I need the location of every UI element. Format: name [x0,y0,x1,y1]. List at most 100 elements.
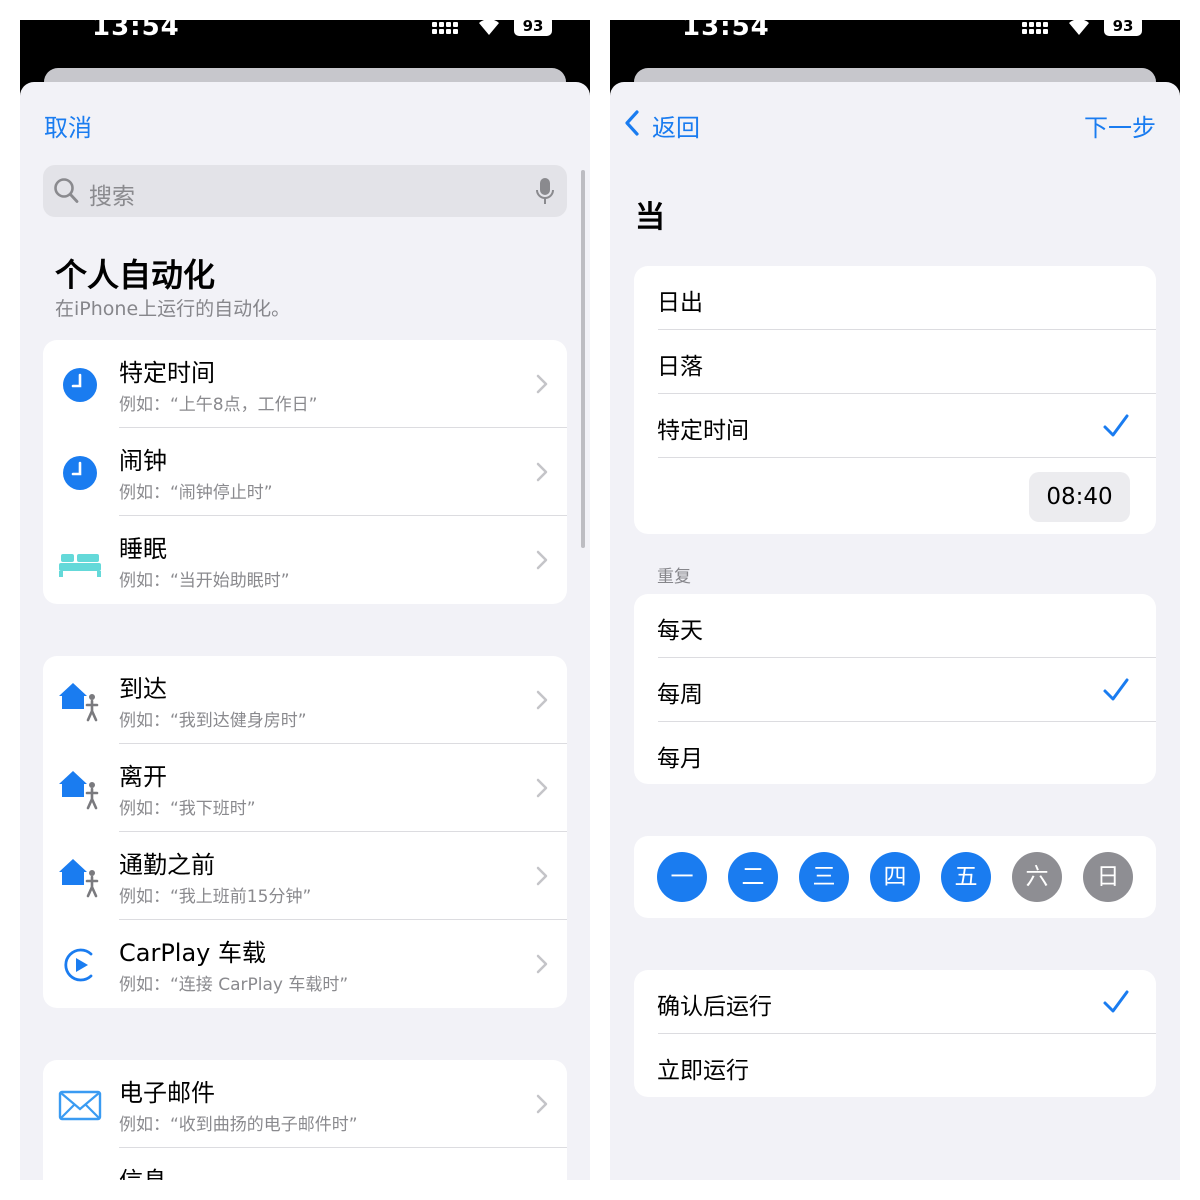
cellular-signal-icon [432,22,458,34]
status-time: 13:54 [682,20,770,42]
trigger-example: 例如：“我到达健身房时” [119,711,307,731]
chevron-right-icon [536,374,548,394]
option-daily[interactable]: 每天 [634,594,1156,658]
option-monthly[interactable]: 每月 [634,722,1156,784]
option-sunrise[interactable]: 日出 [634,266,1156,330]
trigger-label: 离开 [119,763,167,791]
page-title: 当 [635,200,665,235]
clock-icon [63,368,97,402]
status-bar: 13:54 93 [20,20,590,64]
weekday-friday[interactable]: 五 [941,852,991,902]
weekday-sunday[interactable]: 日 [1083,852,1133,902]
trigger-label: 电子邮件 [119,1079,215,1107]
trigger-example: 例如：“我上班前15分钟” [119,887,312,907]
trigger-row-before-commute[interactable]: 通勤之前 例如：“我上班前15分钟” [43,832,567,920]
trigger-example: 例如：“连接 CarPlay 车载时” [119,975,349,995]
checkmark-icon [1103,678,1129,701]
trigger-label: 特定时间 [119,359,215,387]
option-label: 确认后运行 [657,994,772,1020]
trigger-row-email[interactable]: 电子邮件 例如：“收到曲扬的电子邮件时” [43,1060,567,1148]
trigger-row-carplay[interactable]: CarPlay 车载 例如：“连接 CarPlay 车载时” [43,920,567,1008]
run-mode-card: 确认后运行 立即运行 [634,970,1156,1097]
weekday-selector: 一 二 三 四 五 六 日 [634,836,1156,918]
weekday-tuesday[interactable]: 二 [728,852,778,902]
trigger-label: 睡眠 [119,535,167,563]
trigger-row-arrive[interactable]: 到达 例如：“我到达健身房时” [43,656,567,744]
scroll-indicator[interactable] [581,170,585,548]
back-label: 返回 [652,114,700,142]
option-label: 立即运行 [657,1058,749,1084]
status-bar: 13:54 93 [610,20,1180,64]
option-run-after-confirm[interactable]: 确认后运行 [634,970,1156,1034]
weekday-monday[interactable]: 一 [657,852,707,902]
weekday-wednesday[interactable]: 三 [799,852,849,902]
trigger-group-location: 到达 例如：“我到达健身房时” 离开 例如：“我下班时” 通勤之前 例如：“我上… [43,656,567,1008]
trigger-example: 例如：“闹钟停止时” [119,483,273,503]
repeat-header: 重复 [657,567,691,587]
option-specific-time[interactable]: 特定时间 [634,394,1156,458]
trigger-row-alarm[interactable]: 闹钟 例如：“闹钟停止时” [43,428,567,516]
chevron-right-icon [536,778,548,798]
option-run-immediately[interactable]: 立即运行 [634,1034,1156,1097]
trigger-label: 信息 [119,1161,167,1180]
section-subtitle: 在iPhone上运行的自动化。 [55,298,291,320]
chevron-left-icon [625,110,639,136]
weekday-thursday[interactable]: 四 [870,852,920,902]
trigger-settings-sheet: 返回 下一步 当 日出 日落 特定时间 08:40 重复 每天 每周 每月 一 … [610,82,1180,1180]
carplay-icon [64,948,93,982]
home-person-icon [59,771,99,810]
wifi-icon [1069,20,1089,35]
home-person-icon [59,859,99,898]
wifi-icon [479,20,499,35]
chevron-right-icon [536,954,548,974]
option-weekly[interactable]: 每周 [634,658,1156,722]
trigger-group-time: 特定时间 例如：“上午8点，工作日” 闹钟 例如：“闹钟停止时” 睡眠 例如：“… [43,340,567,604]
chevron-right-icon [536,550,548,570]
search-icon [54,178,79,203]
trigger-example: 例如：“上午8点，工作日” [119,395,318,415]
option-label: 每天 [657,618,703,644]
search-placeholder: 搜索 [89,184,135,210]
chevron-right-icon [536,866,548,886]
chevron-right-icon [536,462,548,482]
time-picker-button[interactable]: 08:40 [1029,472,1130,522]
trigger-row-specific-time[interactable]: 特定时间 例如：“上午8点，工作日” [43,340,567,428]
time-trigger-settings-screen: 13:54 93 返回 下一步 当 日出 日落 特定时间 08:40 重复 每天… [610,20,1180,1180]
section-title: 个人自动化 [55,256,216,294]
next-button[interactable]: 下一步 [1084,108,1156,143]
weekday-selector-card: 一 二 三 四 五 六 日 [634,836,1156,918]
trigger-row-sleep[interactable]: 睡眠 例如：“当开始助眠时” [43,516,567,604]
trigger-example: 例如：“我下班时” [119,799,256,819]
option-sunset[interactable]: 日落 [634,330,1156,394]
option-label: 日落 [657,354,703,380]
trigger-group-communication: 电子邮件 例如：“收到曲扬的电子邮件时” 信息 [43,1060,567,1180]
battery-indicator: 93 [514,20,552,36]
status-time: 13:54 [92,20,180,42]
checkmark-icon [1103,414,1129,437]
weekday-saturday[interactable]: 六 [1012,852,1062,902]
trigger-label: CarPlay 车载 [119,939,267,967]
time-options-card: 日出 日落 特定时间 08:40 [634,266,1156,534]
bed-icon [59,554,101,577]
time-picker-row: 08:40 [634,458,1156,534]
trigger-label: 到达 [119,675,167,703]
option-label: 日出 [657,290,703,316]
search-field[interactable]: 搜索 [43,165,567,217]
microphone-icon[interactable] [535,177,555,207]
option-label: 每月 [657,746,703,772]
home-person-icon [59,683,99,722]
clock-icon [63,456,97,490]
repeat-options-card: 每天 每周 每月 [634,594,1156,784]
cellular-signal-icon [1022,22,1048,34]
checkmark-icon [1103,990,1129,1013]
trigger-row-messages[interactable]: 信息 [43,1148,567,1180]
battery-indicator: 93 [1104,20,1142,36]
chevron-right-icon [536,1094,548,1114]
cancel-button[interactable]: 取消 [44,108,92,143]
trigger-label: 闹钟 [119,447,167,475]
trigger-example: 例如：“收到曲扬的电子邮件时” [119,1115,358,1135]
messages-icon [57,1170,103,1180]
trigger-row-leave[interactable]: 离开 例如：“我下班时” [43,744,567,832]
automation-trigger-list-screen: 13:54 93 取消 搜索 个人自动化 在iPhone上运行的自动化。 特定时… [20,20,590,1180]
option-label: 特定时间 [657,418,749,444]
